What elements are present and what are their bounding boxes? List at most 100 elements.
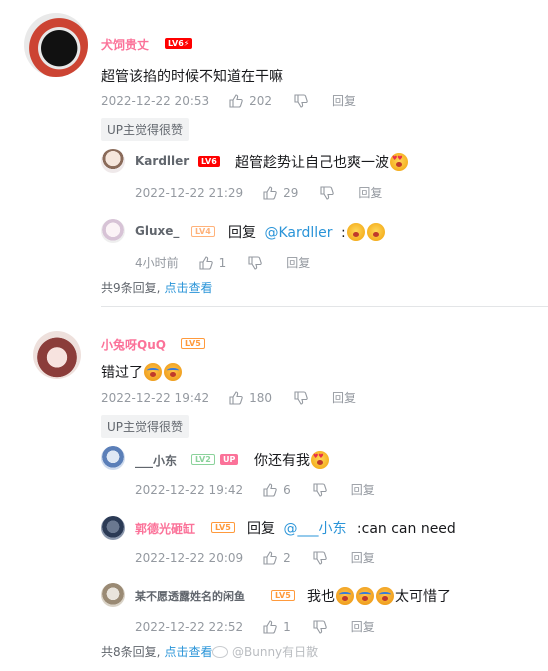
reply-button[interactable]: 回复: [332, 92, 356, 109]
reply-button[interactable]: 回复: [332, 389, 356, 406]
reply-text-body: 超管趁势让自己也爽一波: [235, 155, 389, 171]
avatar[interactable]: [101, 149, 125, 173]
reply-text-tail: 太可惜了: [395, 589, 451, 605]
dislike-icon[interactable]: [320, 185, 335, 200]
reply-meta: 2022-12-22 19:42 6 回复: [135, 481, 375, 498]
like-icon[interactable]: [229, 390, 243, 405]
reply-summary: 共9条回复, 点击查看: [101, 279, 212, 296]
avatar[interactable]: [101, 446, 125, 470]
reply-prefix: 回复: [228, 225, 256, 241]
like-count: 29: [283, 185, 299, 200]
level-badge: LV4: [191, 226, 215, 237]
reply-button[interactable]: 回复: [351, 481, 375, 498]
like-count: 2: [283, 550, 291, 565]
reply-date: 4小时前: [135, 256, 179, 270]
comment-text: 超管该掐的时候不知道在干嘛: [101, 69, 283, 85]
dislike-icon[interactable]: [248, 255, 263, 270]
like-icon[interactable]: [199, 255, 213, 270]
crying-emoji-icon: [144, 363, 162, 381]
dislike-icon[interactable]: [313, 482, 327, 497]
view-replies-link[interactable]: 点击查看: [164, 643, 212, 660]
comment-date: 2022-12-22 20:53: [101, 93, 210, 108]
username[interactable]: 犬饲贵丈: [101, 36, 149, 53]
username[interactable]: 小兔呀QuQ: [101, 336, 166, 353]
like-icon[interactable]: [263, 619, 277, 634]
crying-emoji-icon: [164, 363, 182, 381]
avatar[interactable]: [101, 219, 125, 243]
like-icon[interactable]: [263, 482, 277, 497]
reply-meta: 2022-12-22 21:29 29 回复: [135, 184, 382, 201]
avatar[interactable]: [101, 516, 125, 540]
username[interactable]: Kardller: [135, 154, 189, 168]
like-icon[interactable]: [263, 550, 277, 565]
comment-text-body: 错过了: [101, 365, 143, 381]
avatar[interactable]: [33, 331, 81, 379]
fear-emoji-icon: [346, 223, 365, 241]
comment-date: 2022-12-22 19:42: [101, 390, 210, 405]
dislike-icon[interactable]: [294, 93, 308, 108]
up-liked-tag: UP主觉得很赞: [101, 118, 190, 141]
view-replies-link[interactable]: 点击查看: [164, 279, 212, 296]
like-count: 1: [218, 255, 227, 270]
like-count: 1: [283, 619, 291, 634]
reply-button[interactable]: 回复: [351, 618, 375, 635]
reply-date: 2022-12-22 19:42: [135, 482, 244, 497]
username[interactable]: 郭德光砸缸: [135, 520, 195, 537]
crying-emoji-icon: [336, 587, 354, 605]
dislike-icon[interactable]: [313, 619, 327, 634]
username[interactable]: ___小东: [135, 452, 177, 469]
reply-button[interactable]: 回复: [358, 184, 382, 201]
reply-text: 我也 太可惜了: [307, 586, 451, 606]
crying-emoji-icon: [356, 587, 374, 605]
like-icon[interactable]: [229, 93, 243, 108]
reply-text-body: :can can need: [356, 521, 456, 537]
watermark-text: @Bunny有日散: [232, 645, 319, 659]
reply-meta: 4小时前 1 回复: [135, 254, 310, 271]
mention-link[interactable]: @___小东: [283, 521, 346, 537]
heart-eyes-emoji-icon: [311, 451, 329, 469]
like-count: 6: [283, 482, 291, 497]
level-badge: LV5: [211, 522, 235, 533]
up-liked-tag: UP主觉得很赞: [101, 415, 190, 438]
reply-prefix: 回复: [247, 521, 275, 537]
username[interactable]: Gluxe_: [135, 224, 179, 238]
reply-date: 2022-12-22 20:09: [135, 550, 244, 565]
heart-eyes-emoji-icon: [390, 153, 408, 171]
reply-date: 2022-12-22 21:29: [135, 185, 244, 200]
divider: [101, 306, 548, 307]
reply-button[interactable]: 回复: [286, 254, 310, 271]
reply-summary: 共8条回复, 点击查看: [101, 643, 212, 660]
comment-text: 错过了: [101, 362, 183, 382]
comment-meta: 2022-12-22 20:53 202 回复: [101, 92, 356, 109]
level-badge: LV5: [271, 590, 295, 601]
level-badge: LV6: [198, 156, 220, 167]
dislike-icon[interactable]: [313, 550, 327, 565]
level-badge: LV2: [191, 454, 215, 465]
fear-emoji-icon: [366, 223, 385, 241]
reply-text: 回复 @___小东 :can can need: [247, 518, 456, 538]
reply-text-body: 我也: [307, 589, 335, 605]
reply-date: 2022-12-22 22:52: [135, 619, 244, 634]
reply-count: 共9条回复,: [101, 281, 161, 295]
reply-text-body: :: [340, 225, 346, 241]
level-badge: LV5: [181, 338, 205, 349]
up-badge: UP: [220, 454, 239, 465]
like-count: 180: [249, 390, 273, 405]
reply-meta: 2022-12-22 20:09 2 回复: [135, 549, 375, 566]
weibo-icon: [212, 645, 228, 658]
like-icon[interactable]: [263, 185, 277, 200]
watermark: @Bunny有日散: [212, 643, 318, 660]
reply-text-body: 你还有我: [254, 453, 310, 469]
dislike-icon[interactable]: [294, 390, 308, 405]
reply-count: 共8条回复,: [101, 645, 161, 659]
avatar[interactable]: [24, 13, 88, 77]
reply-meta: 2022-12-22 22:52 1 回复: [135, 618, 375, 635]
reply-button[interactable]: 回复: [351, 549, 375, 566]
reply-text: 你还有我: [254, 450, 330, 470]
reply-text: 超管趁势让自己也爽一波: [235, 152, 409, 172]
mention-link[interactable]: @Kardller: [264, 225, 332, 241]
crying-emoji-icon: [376, 587, 394, 605]
username[interactable]: 某不愿透露姓名的闲鱼: [135, 588, 245, 604]
like-count: 202: [249, 93, 273, 108]
avatar[interactable]: [101, 583, 125, 607]
